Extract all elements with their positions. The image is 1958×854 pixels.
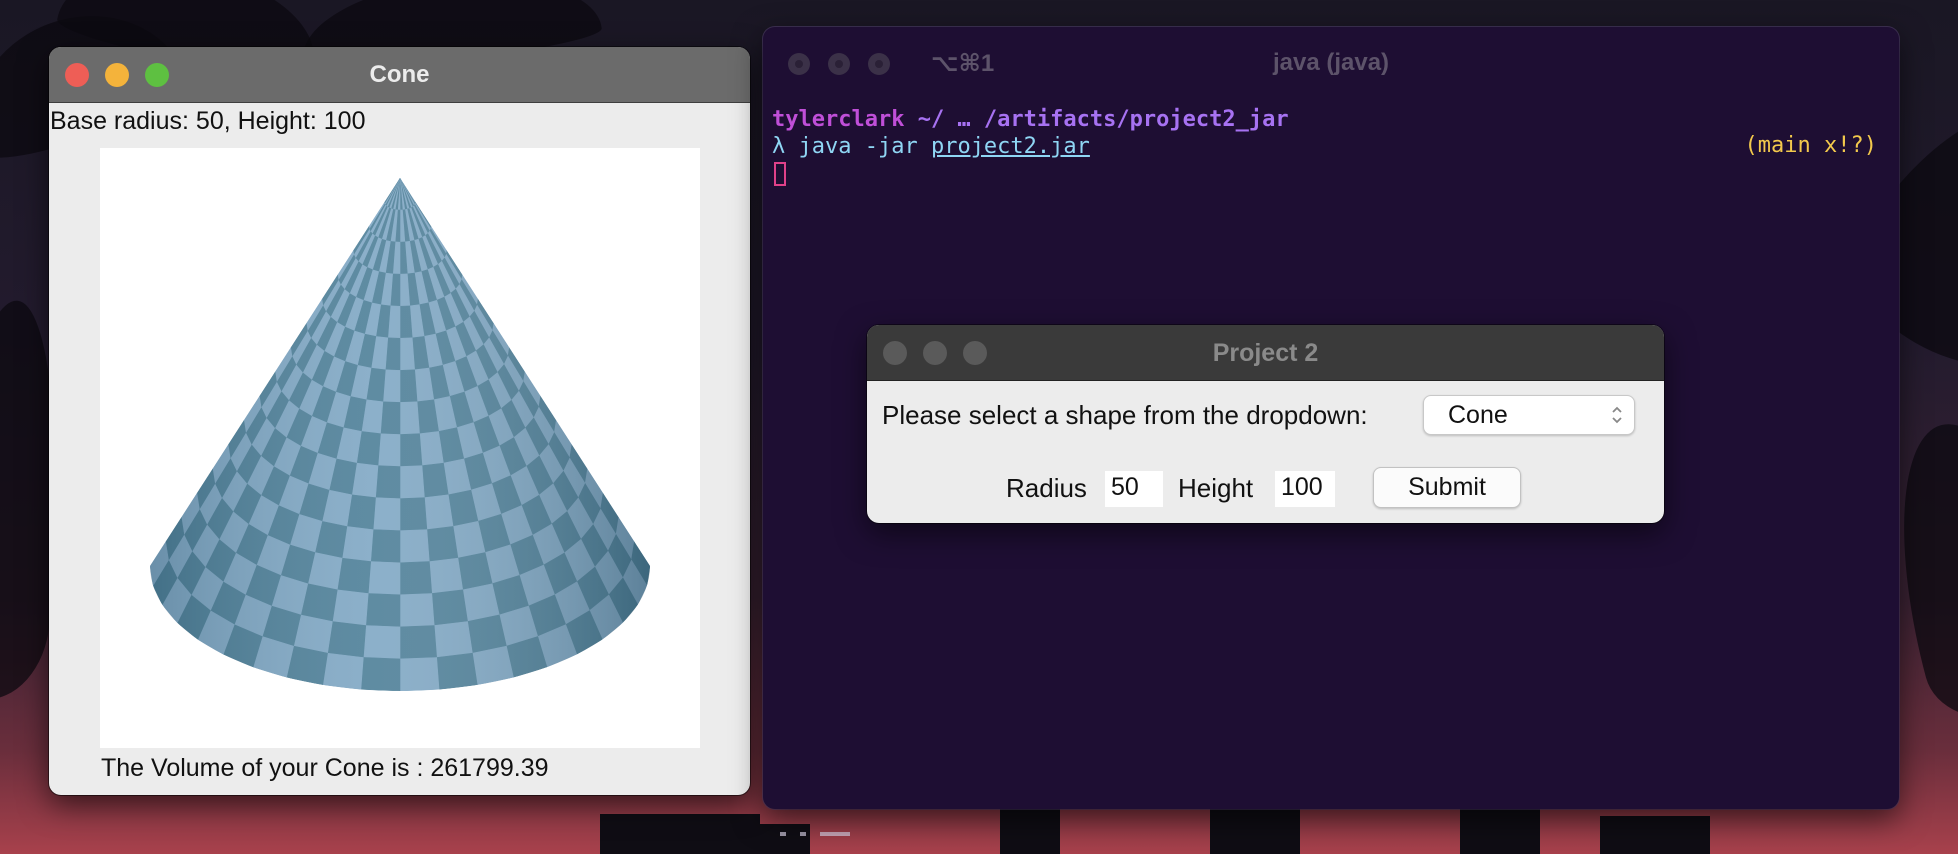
git-status: (main x!?) <box>1744 133 1877 158</box>
terminal-titlebar[interactable]: ⌥⌘1 java (java) <box>763 27 1899 81</box>
chevron-updown-icon <box>1612 406 1622 424</box>
project2-dialog: Project 2 Please select a shape from the… <box>867 325 1664 523</box>
terminal-path: ~/ … /artifacts/project2_jar <box>904 107 1289 132</box>
cone-volume-label: The Volume of your Cone is : 261799.39 <box>101 754 549 782</box>
height-label: Height <box>1178 473 1254 503</box>
terminal-prompt-line: tylerclark ~/ … /artifacts/project2_jar <box>772 107 1289 132</box>
dialog-titlebar[interactable]: Project 2 <box>867 325 1664 381</box>
terminal-title: java (java) <box>1272 49 1390 76</box>
window-title: Cone <box>369 61 430 88</box>
terminal-command-line: λ java -jar project2.jar <box>772 134 1090 159</box>
cone-dimensions-label: Base radius: 50, Height: 100 <box>50 107 366 135</box>
terminal-command-file[interactable]: project2.jar <box>931 134 1090 159</box>
cone-illustration <box>150 178 650 691</box>
skyline-building <box>740 824 810 854</box>
skyline-light <box>780 832 786 836</box>
skyline-building <box>1460 809 1540 854</box>
skyline-light <box>800 832 806 836</box>
prompt-symbol: λ <box>772 134 786 159</box>
skyline-light <box>820 832 850 836</box>
shape-dropdown-value: Cone <box>1448 401 1508 429</box>
terminal-user: tylerclark <box>772 107 905 132</box>
shape-prompt-label: Please select a shape from the dropdown: <box>882 400 1368 430</box>
cone-window: Cone Base radius: 50, Height: 100 The Vo… <box>49 47 750 795</box>
skyline-building <box>1600 816 1710 854</box>
terminal-command: java -jar <box>785 134 931 159</box>
submit-button[interactable]: Submit <box>1373 467 1521 508</box>
radius-label: Radius <box>1006 473 1087 503</box>
skyline-building <box>1000 804 1060 854</box>
height-input[interactable]: 100 <box>1275 471 1335 507</box>
radius-input[interactable]: 50 <box>1105 471 1163 507</box>
cone-shading <box>150 178 650 691</box>
dialog-title: Project 2 <box>1212 339 1319 367</box>
cone-window-titlebar[interactable]: Cone <box>49 47 750 103</box>
shape-dropdown[interactable]: Cone <box>1423 395 1635 435</box>
terminal-cursor <box>774 162 786 186</box>
skyline-building <box>600 814 760 854</box>
cone-render-canvas <box>100 148 700 748</box>
